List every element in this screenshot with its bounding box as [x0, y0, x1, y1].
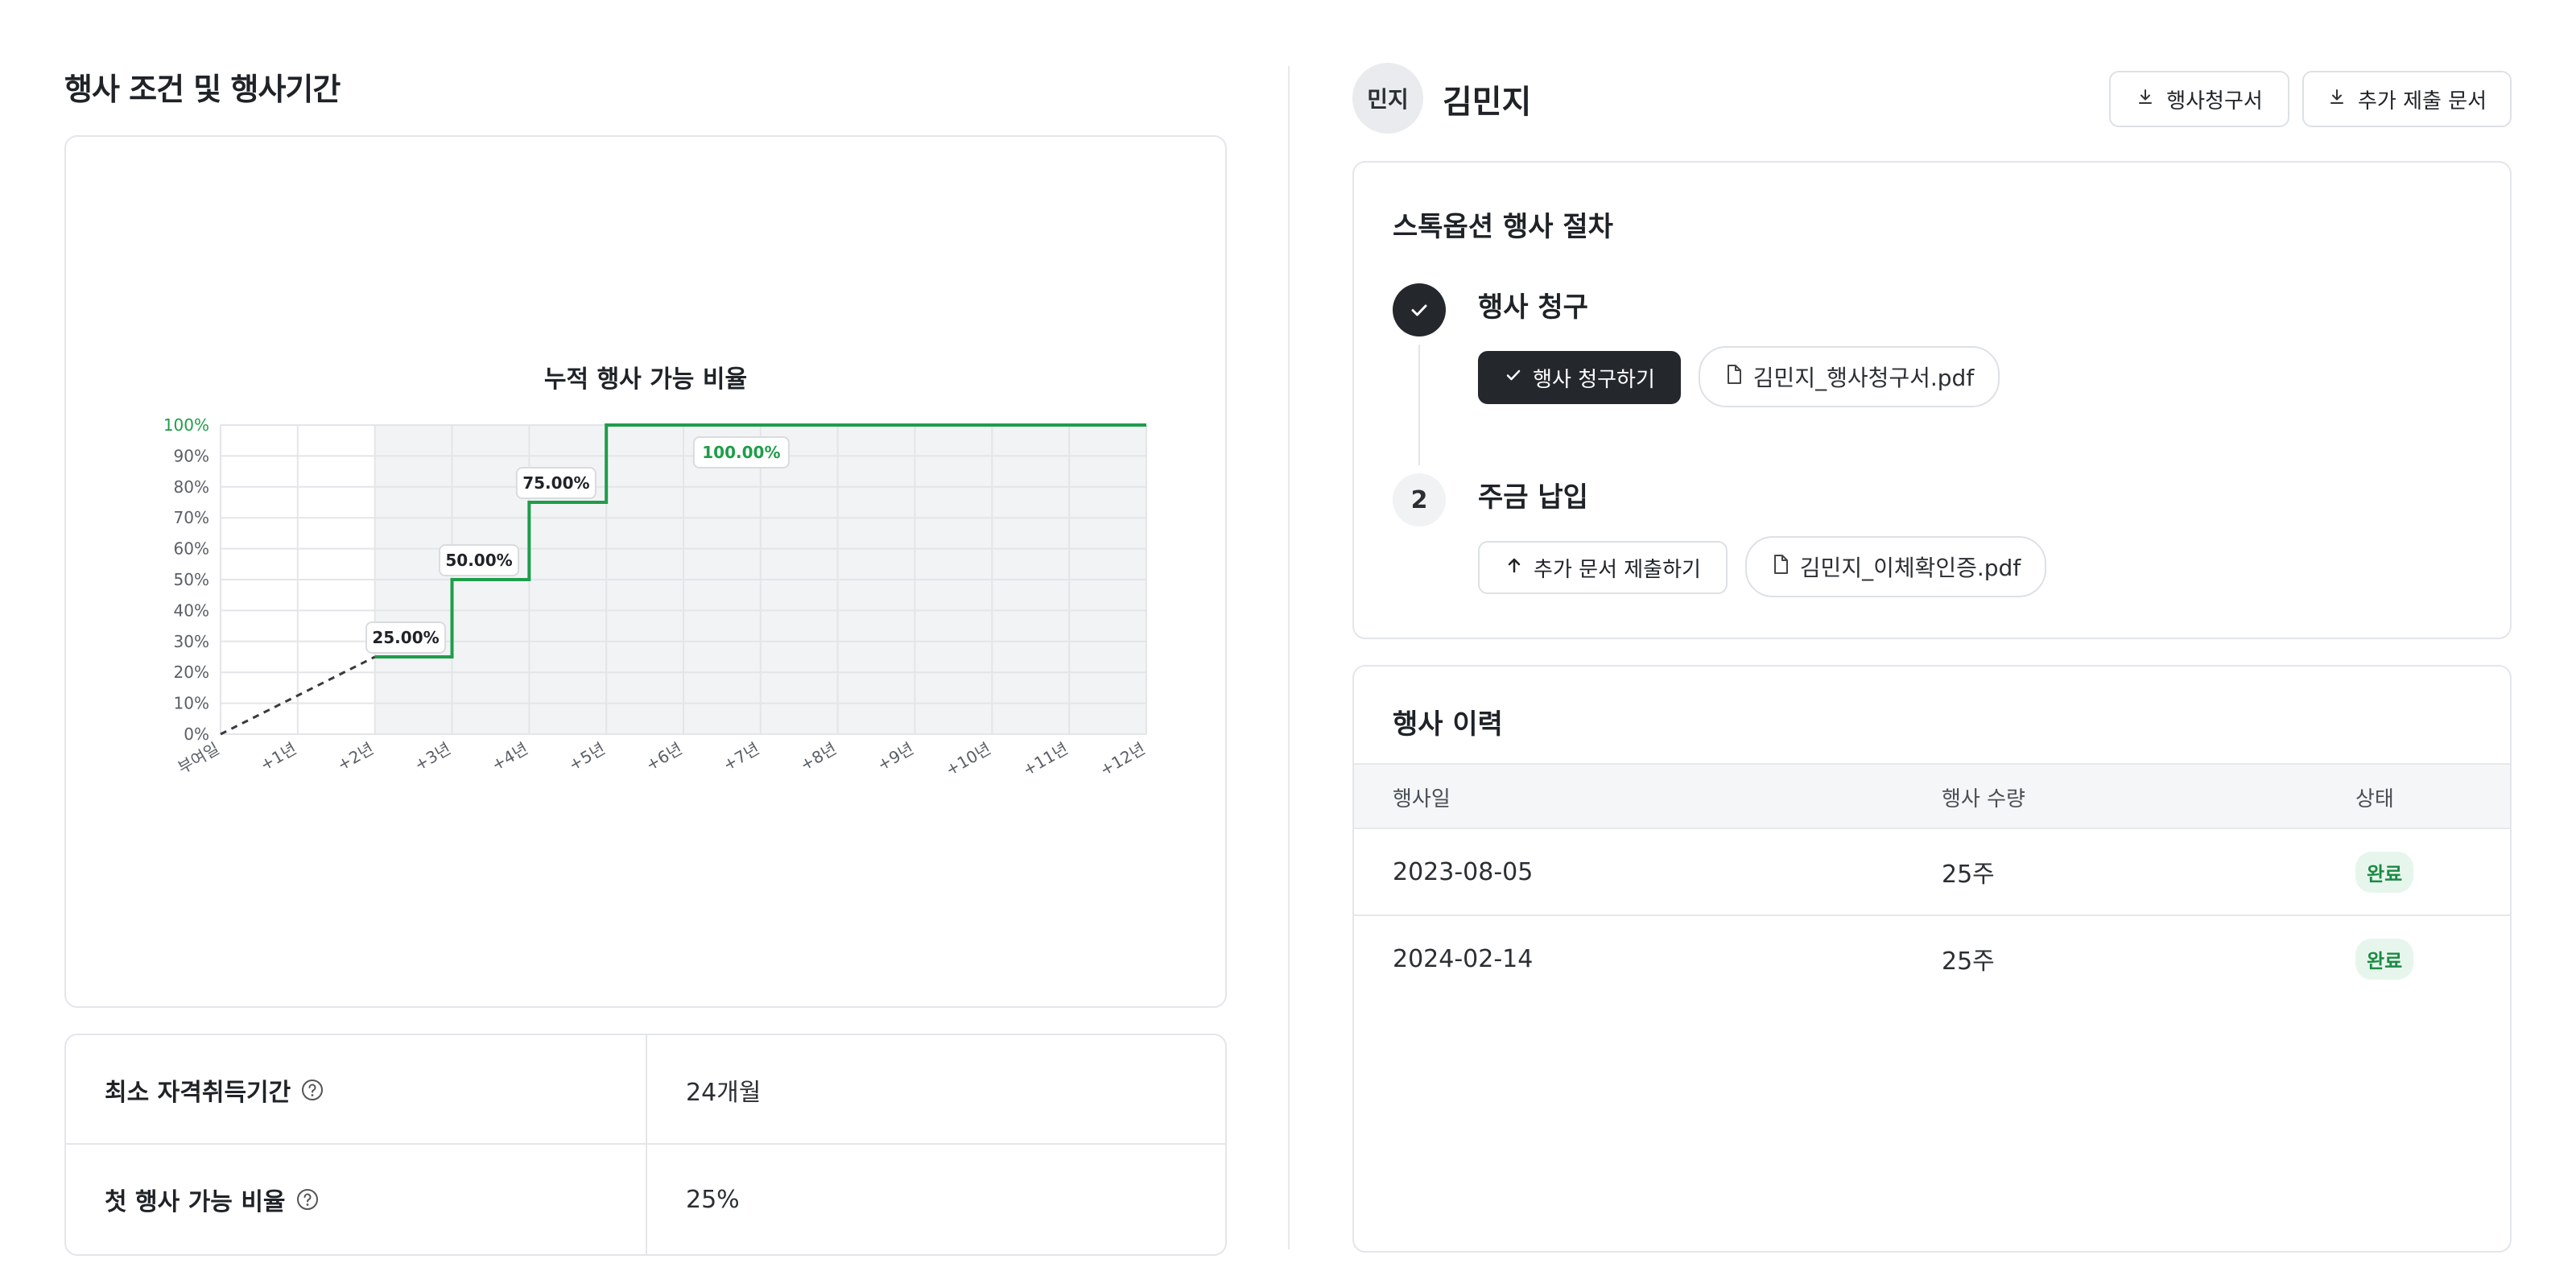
divider: [646, 1035, 647, 1145]
data-label-text: 25.00%: [372, 628, 439, 647]
step-title: 행사 청구: [1478, 291, 1588, 324]
file-name: 김민지_이체확인증.pdf: [1799, 555, 2021, 581]
download-icon: [2327, 87, 2347, 112]
help-icon[interactable]: [295, 1187, 320, 1212]
x-tick-label: +1년: [257, 739, 299, 775]
step-number: 2: [1393, 473, 1446, 526]
chart-title: 누적 행사 가능 비율: [544, 365, 747, 394]
button-label: 추가 제출 문서: [2357, 89, 2487, 114]
y-tick-label: 70%: [174, 508, 209, 527]
x-tick-label: +5년: [565, 739, 608, 775]
vesting-chart: 누적 행사 가능 비율 0% 10% 20% 30% 40% 50% 60% 70% 80% 90…: [163, 365, 1149, 780]
table-row: 2024-02-14 25주 완료: [1354, 916, 2510, 1003]
status-badge: 완료: [2355, 851, 2414, 893]
x-tick-label: +6년: [642, 739, 685, 775]
check-icon: [1504, 365, 1523, 390]
data-label-text: 50.00%: [445, 551, 512, 570]
condition-row: 최소 자격취득기간 24개월: [66, 1035, 1225, 1145]
procedure-title: 스톡옵션 행사 절차: [1393, 211, 1613, 243]
x-tick-label: +3년: [411, 739, 454, 775]
download-icon: [2136, 87, 2155, 112]
column-header: 행사 수량: [1942, 786, 2025, 811]
y-tick-label: 30%: [174, 632, 209, 651]
condition-value: 25%: [686, 1185, 740, 1214]
status-badge: 완료: [2355, 938, 2414, 980]
history-card: 행사 이력 행사일 행사 수량 상태 2023-08-05 25주 완료 202…: [1352, 665, 2512, 1253]
download-extra-doc-button[interactable]: 추가 제출 문서: [2302, 71, 2512, 127]
x-tick-label: +9년: [874, 739, 917, 775]
file-name: 김민지_행사청구서.pdf: [1752, 365, 1975, 391]
condition-label: 최소 자격취득기간: [105, 1079, 291, 1107]
y-tick-label: 100%: [163, 415, 209, 435]
file-chip[interactable]: 김민지_행사청구서.pdf: [1699, 346, 2000, 407]
data-label: 100.00%: [692, 436, 790, 469]
divider: [646, 1145, 647, 1254]
help-icon[interactable]: [300, 1078, 324, 1102]
y-tick-label: 50%: [174, 570, 209, 589]
y-tick-label: 20%: [174, 663, 209, 682]
x-tick-label: +2년: [334, 739, 377, 775]
data-label: 25.00%: [365, 621, 446, 654]
upload-icon: [1505, 555, 1524, 580]
data-label-text: 75.00%: [522, 473, 589, 493]
table-header: 행사일 행사 수량 상태: [1354, 763, 2510, 829]
table-row: 2023-08-05 25주 완료: [1354, 829, 2510, 916]
x-tick-label: +12년: [1096, 739, 1148, 780]
y-tick-label: 10%: [174, 694, 209, 713]
x-tick-label: +8년: [797, 739, 840, 775]
step-complete-icon: [1393, 283, 1446, 336]
condition-table: 최소 자격취득기간 24개월 첫 행사 가능 비율 25%: [64, 1034, 1227, 1256]
download-claim-doc-button[interactable]: 행사청구서: [2109, 71, 2289, 127]
y-tick-label: 80%: [174, 477, 209, 497]
claim-exercise-button[interactable]: 행사 청구하기: [1478, 351, 1681, 404]
button-label: 행사 청구하기: [1533, 367, 1655, 392]
user-name: 김민지: [1443, 84, 1532, 121]
file-icon: [1771, 554, 1790, 580]
condition-value: 24개월: [686, 1079, 762, 1107]
step-connector: [1418, 345, 1420, 465]
y-tick-label: 60%: [174, 539, 209, 559]
data-label: 75.00%: [515, 467, 597, 499]
y-tick-label: 0%: [184, 724, 209, 744]
condition-label: 첫 행사 가능 비율: [105, 1188, 286, 1216]
button-label: 추가 문서 제출하기: [1534, 557, 1701, 582]
exercise-date: 2024-02-14: [1393, 944, 1534, 973]
y-tick-label: 90%: [174, 446, 209, 465]
submit-extra-doc-button[interactable]: 추가 문서 제출하기: [1478, 541, 1728, 594]
x-tick-label: +7년: [720, 739, 762, 775]
y-tick-label: 40%: [174, 601, 209, 620]
column-header: 상태: [2355, 786, 2394, 811]
avatar: 민지: [1352, 63, 1423, 134]
exercise-quantity: 25주: [1942, 947, 1995, 976]
history-title: 행사 이력: [1393, 708, 1503, 741]
button-label: 행사청구서: [2166, 89, 2263, 114]
x-tick-label: +11년: [1019, 739, 1071, 780]
exercise-quantity: 25주: [1942, 861, 1995, 889]
x-tick-label: +10년: [942, 739, 993, 780]
panel-divider: [1288, 66, 1290, 1249]
file-icon: [1724, 364, 1744, 390]
exercise-date: 2023-08-05: [1393, 857, 1534, 886]
data-label-text: 100.00%: [702, 443, 780, 462]
condition-row: 첫 행사 가능 비율 25%: [66, 1145, 1225, 1254]
column-header: 행사일: [1393, 786, 1451, 811]
section-title: 행사 조건 및 행사기간: [64, 72, 341, 107]
x-tick-label: 부여일: [175, 739, 223, 778]
data-label: 50.00%: [439, 544, 520, 576]
step-title: 주금 납입: [1478, 481, 1588, 514]
procedure-card: 스톡옵션 행사 절차 행사 청구 행사 청구하기 김민지_행사청구서.pdf 2…: [1352, 161, 2512, 639]
file-chip[interactable]: 김민지_이체확인증.pdf: [1745, 536, 2046, 597]
x-tick-label: +4년: [488, 739, 530, 775]
vesting-chart-card: 누적 행사 가능 비율 0% 10% 20% 30% 40% 50% 60% 70% 80% 90…: [64, 135, 1227, 1008]
